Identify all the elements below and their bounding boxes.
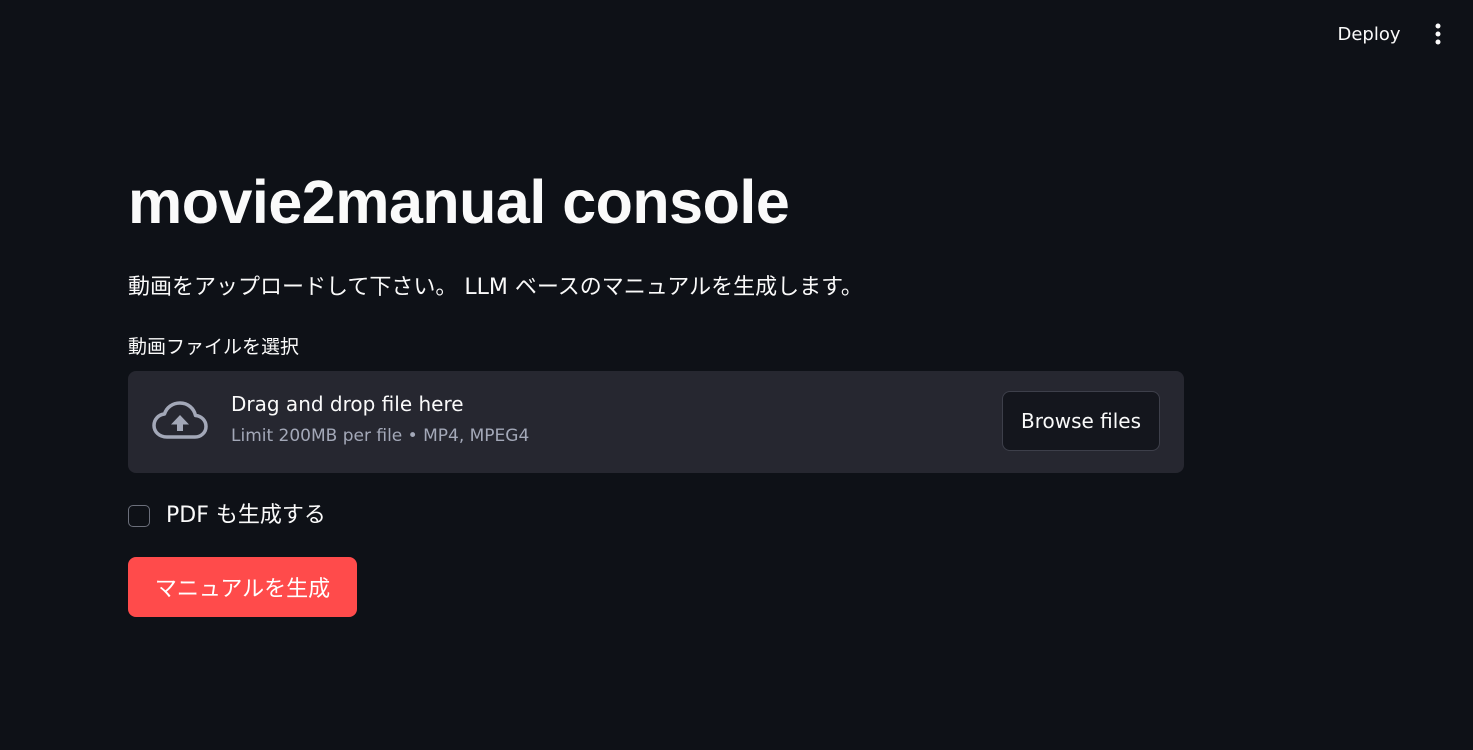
pdf-option-label: PDF も生成する — [166, 503, 326, 528]
file-dropzone[interactable]: Drag and drop file here Limit 200MB per … — [128, 371, 1184, 473]
browse-files-button[interactable]: Browse files — [1002, 391, 1160, 451]
file-uploader-label: 動画ファイルを選択 — [128, 336, 300, 358]
dropzone-limit-text: Limit 200MB per file • MP4, MPEG4 — [231, 426, 530, 446]
deploy-button[interactable]: Deploy — [1330, 18, 1408, 50]
pdf-option-checkbox-row[interactable]: PDF も生成する — [128, 501, 1184, 531]
pdf-option-checkbox[interactable] — [128, 505, 150, 527]
page-description: 動画をアップロードして下さい。 LLM ベースのマニュアルを生成します。 — [128, 275, 863, 300]
generate-manual-button[interactable]: マニュアルを生成 — [128, 557, 357, 617]
page-title: movie2manual console — [128, 168, 790, 236]
main-content: movie2manual console 動画をアップロードして下さい。 LLM… — [128, 160, 1184, 617]
main-menu-button[interactable] — [1424, 20, 1452, 48]
vertical-ellipsis-icon — [1435, 23, 1441, 45]
dropzone-instructions: Drag and drop file here Limit 200MB per … — [231, 389, 529, 449]
cloud-upload-icon — [152, 401, 208, 439]
top-bar: Deploy — [0, 0, 1473, 66]
dropzone-title: Drag and drop file here — [231, 392, 464, 416]
